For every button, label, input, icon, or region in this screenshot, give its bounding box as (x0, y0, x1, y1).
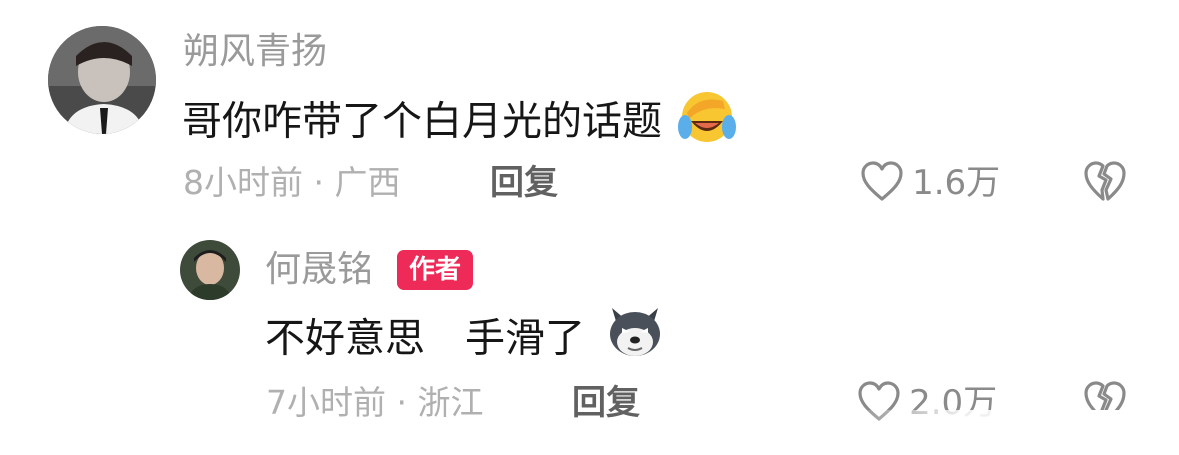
comment-text: 哥你咋带了个白月光的话题 (182, 92, 737, 150)
watermark-fade (846, 410, 1179, 455)
like-count: 1.6万 (912, 163, 1001, 203)
avatar[interactable] (180, 240, 240, 300)
laughing-crying-emoji-icon (677, 87, 737, 150)
username[interactable]: 朔风青扬 (183, 34, 327, 70)
like-button[interactable]: 1.6万 (859, 160, 1000, 206)
heart-icon (859, 160, 905, 206)
avatar[interactable] (48, 26, 156, 134)
author-badge: 作者 (397, 250, 474, 290)
timestamp-location: 8小时前 · 广西 (183, 163, 401, 202)
reply-button[interactable]: 回复 (572, 386, 640, 420)
comment-text-content: 哥你咋带了个白月光的话题 (182, 98, 662, 145)
comment-text: 不好意思 手滑了 (265, 308, 666, 367)
comment-text-content: 不好意思 手滑了 (265, 315, 585, 362)
dislike-button[interactable] (1082, 160, 1128, 206)
broken-heart-icon (1082, 161, 1128, 206)
reply-button[interactable]: 回复 (490, 166, 558, 200)
husky-dog-emoji-icon (604, 302, 666, 367)
timestamp-location: 7小时前 · 浙江 (266, 383, 484, 422)
username[interactable]: 何晟铭 (265, 252, 373, 288)
